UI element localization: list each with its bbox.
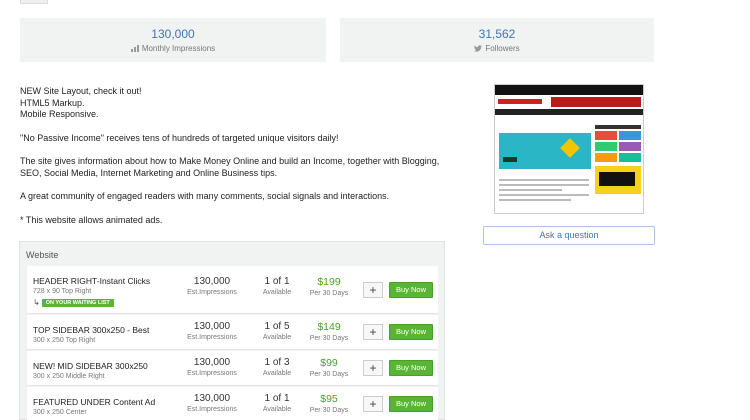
ad-spot-name: FEATURED UNDER Content Ad — [33, 397, 156, 407]
availability-count: 1 of 1 — [264, 276, 290, 287]
panel-title: Website — [26, 250, 59, 260]
buy-now-button[interactable]: Buy Now — [389, 282, 433, 298]
ad-spot-row: TOP SIDEBAR 300x250 - Best 300 x 250 Top… — [27, 315, 438, 350]
impressions-value: 130,000 — [151, 27, 195, 41]
desc-line-2: HTML5 Markup. — [20, 97, 85, 108]
price: $199 — [317, 276, 341, 288]
ad-spot-size: 300 x 250 Top Right — [33, 337, 96, 344]
est-impressions: 130,000 — [193, 276, 231, 287]
est-impressions: 130,000 — [193, 393, 231, 404]
ad-spot-row: HEADER RIGHT-Instant Clicks 728 x 90 Top… — [27, 266, 438, 314]
add-to-cart-button[interactable]: + — [363, 360, 383, 376]
buy-now-button[interactable]: Buy Now — [389, 324, 433, 340]
ad-spot-name: TOP SIDEBAR 300x250 - Best — [33, 325, 150, 335]
bar-chart-icon — [130, 45, 139, 54]
return-arrow-icon: ↳ — [33, 298, 40, 307]
ad-spots-panel: Website HEADER RIGHT-Instant Clicks 728 … — [19, 241, 445, 420]
price: $99 — [320, 357, 338, 369]
desc-paragraph-5: * This website allows animated ads. — [20, 214, 163, 225]
stat-monthly-impressions: 130,000 Monthly Impressions — [20, 18, 326, 62]
twitter-bird-icon — [474, 45, 483, 54]
followers-label: Followers — [485, 44, 520, 53]
desc-paragraph-4: A great community of engaged readers wit… — [20, 191, 390, 201]
desc-line-1: NEW Site Layout, check it out! — [20, 86, 142, 96]
est-impressions: 130,000 — [193, 357, 231, 368]
desc-paragraph-3: The site gives information about how to … — [20, 156, 440, 178]
ad-spot-size: 300 x 250 Middle Right — [33, 373, 105, 380]
ad-spot-name: HEADER RIGHT-Instant Clicks — [33, 276, 151, 286]
ask-question-button[interactable]: Ask a question — [483, 226, 655, 245]
ad-spot-size: 300 x 250 Center — [33, 409, 87, 416]
ad-spot-row: FEATURED UNDER Content Ad 300 x 250 Cent… — [27, 387, 438, 420]
est-impressions: 130,000 — [193, 321, 231, 332]
availability-count: 1 of 1 — [264, 393, 290, 404]
availability-count: 1 of 5 — [264, 321, 290, 332]
avatar — [20, 0, 48, 4]
website-screenshot-thumbnail[interactable] — [494, 84, 644, 214]
buy-now-button[interactable]: Buy Now — [389, 360, 433, 376]
waiting-list-badge: ON YOUR WAITING LIST — [41, 299, 114, 307]
availability-count: 1 of 3 — [264, 357, 290, 368]
desc-paragraph-2: "No Passive Income" receives tens of hun… — [20, 132, 339, 143]
ad-spot-name: NEW! MID SIDEBAR 300x250 — [33, 361, 148, 371]
impressions-label: Monthly Impressions — [141, 44, 216, 53]
ad-spot-size: 728 x 90 Top Right — [33, 288, 92, 295]
ad-spot-row: NEW! MID SIDEBAR 300x250 300 x 250 Middl… — [27, 351, 438, 386]
site-description: NEW Site Layout, check it out! HTML5 Mar… — [20, 86, 450, 226]
add-to-cart-button[interactable]: + — [363, 396, 383, 412]
top-header-fragment — [0, 0, 750, 6]
add-to-cart-button[interactable]: + — [363, 324, 383, 340]
waiting-list-indicator: ↳ ON YOUR WAITING LIST — [33, 298, 114, 307]
buy-now-button[interactable]: Buy Now — [389, 396, 433, 412]
desc-line-3: Mobile Responsive. — [20, 109, 99, 119]
add-to-cart-button[interactable]: + — [363, 282, 383, 298]
price: $95 — [320, 393, 338, 405]
stat-followers: 31,562 Followers — [340, 18, 654, 62]
followers-value: 31,562 — [478, 27, 516, 41]
price: $149 — [317, 321, 341, 333]
